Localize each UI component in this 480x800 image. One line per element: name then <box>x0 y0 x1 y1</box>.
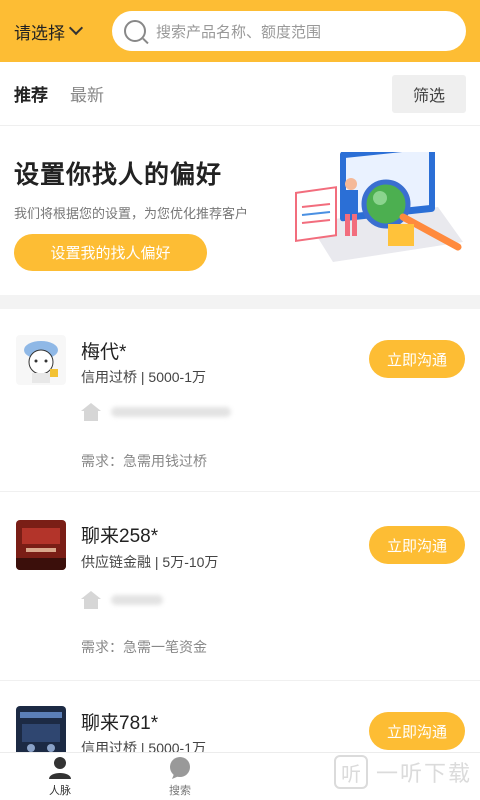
contact-need: 需求：急需一笔资金 <box>81 639 207 655</box>
chevron-down-icon <box>68 20 84 36</box>
banner-illustration <box>295 152 463 262</box>
preference-banner: 设置你找人的偏好 我们将根据您的设置，为您优化推荐客户 设置我的找人偏好 <box>0 127 480 295</box>
search-icon <box>124 20 146 42</box>
contact-meta: 供应链金融 | 5万-10万 <box>81 554 219 570</box>
contact-need: 需求：急需用钱过桥 <box>81 453 207 469</box>
watermark: 听 一听下载 <box>333 755 472 789</box>
blurred-location <box>111 407 231 417</box>
contact-name: 聊来258* <box>81 526 159 547</box>
app-root: 请选择 搜索产品名称、额度范围 推荐 最新 筛选 设置你找人的偏好 我们将根据您… <box>0 0 480 800</box>
tab-recommended[interactable]: 推荐 <box>14 81 48 106</box>
blurred-location <box>111 595 163 605</box>
banner-title: 设置你找人的偏好 <box>14 161 223 189</box>
set-preference-button[interactable]: 设置我的找人偏好 <box>14 234 207 271</box>
search-placeholder: 搜索产品名称、额度范围 <box>156 23 322 41</box>
chat-now-button[interactable]: 立即沟通 <box>369 340 465 378</box>
tab-latest[interactable]: 最新 <box>70 81 104 106</box>
tab-bar: 推荐 最新 筛选 <box>0 62 480 126</box>
section-divider <box>0 295 480 309</box>
contact-meta: 信用过桥 | 5000-1万 <box>81 369 207 385</box>
contact-name: 聊来781* <box>81 713 159 734</box>
avatar <box>16 706 66 756</box>
list-item[interactable]: 聊来258* 供应链金融 | 5万-10万 需求：急需一笔资金 立即沟通 <box>0 493 480 681</box>
chat-now-button[interactable]: 立即沟通 <box>369 712 465 750</box>
avatar <box>16 520 66 570</box>
top-bar: 请选择 搜索产品名称、额度范围 <box>0 0 480 62</box>
search-input[interactable]: 搜索产品名称、额度范围 <box>112 11 466 51</box>
region-select[interactable]: 请选择 <box>14 19 110 44</box>
watermark-logo-icon: 听 <box>333 755 368 789</box>
location-row <box>81 403 231 421</box>
banner-subtitle: 我们将根据您的设置，为您优化推荐客户 <box>14 206 249 221</box>
person-icon <box>49 756 71 779</box>
nav-contacts[interactable]: 人脉 <box>0 753 120 800</box>
avatar <box>16 335 66 385</box>
region-select-label: 请选择 <box>14 23 65 43</box>
list-item[interactable]: 梅代* 信用过桥 | 5000-1万 需求：急需用钱过桥 立即沟通 <box>0 309 480 492</box>
home-icon <box>81 591 101 609</box>
nav-search[interactable]: 搜索 <box>120 753 240 800</box>
home-icon <box>81 403 101 421</box>
contact-name: 梅代* <box>81 342 127 363</box>
watermark-text: 一听下载 <box>375 761 472 786</box>
nav-search-label: 搜索 <box>169 784 191 797</box>
chat-now-button[interactable]: 立即沟通 <box>369 526 465 564</box>
list-item[interactable]: 聊来781* 信用过桥 | 5000-1万 立即沟通 <box>0 682 480 756</box>
nav-contacts-label: 人脉 <box>49 784 71 797</box>
location-row <box>81 591 163 609</box>
filter-button[interactable]: 筛选 <box>392 74 466 113</box>
chat-bubble-icon <box>170 756 190 779</box>
